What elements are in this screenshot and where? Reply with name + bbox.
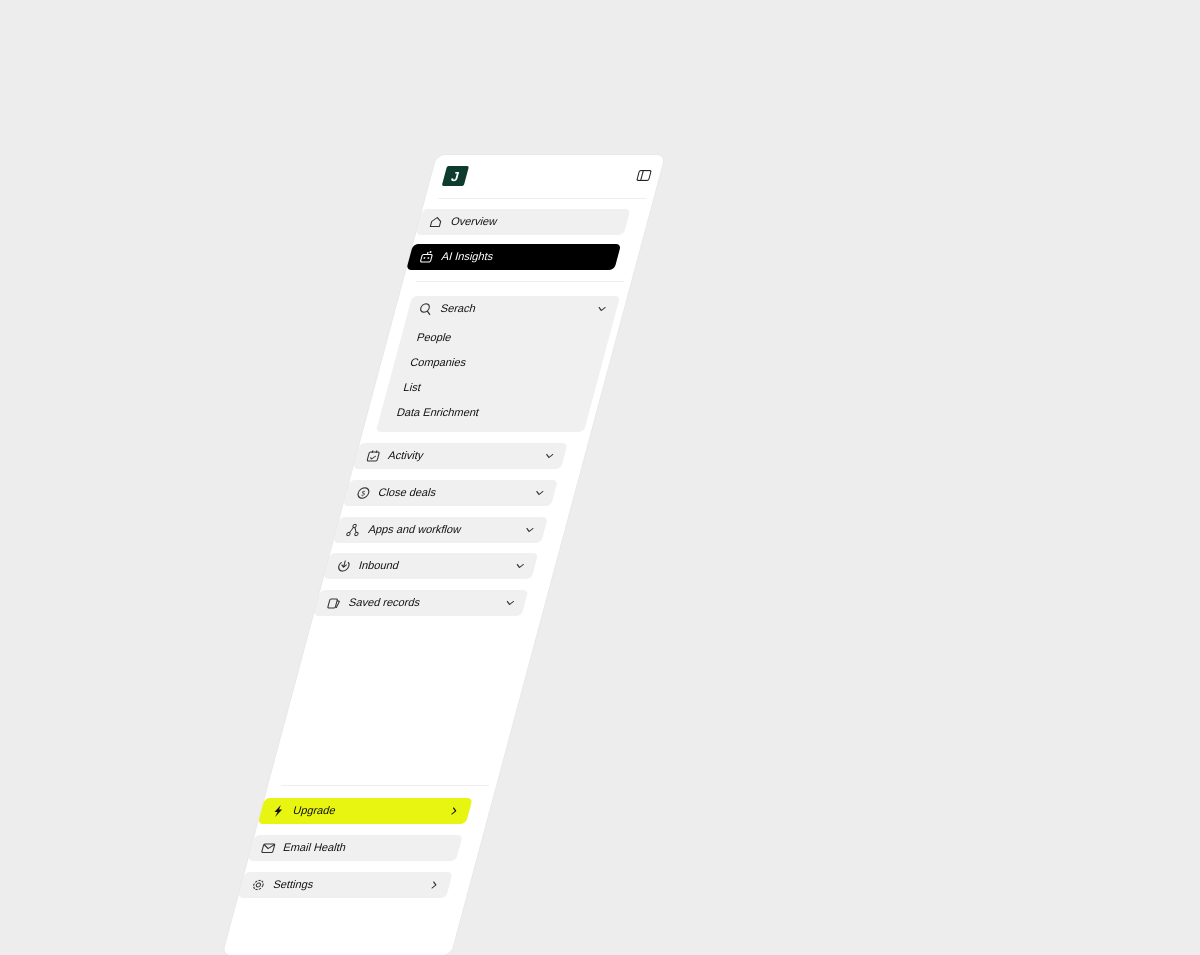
nav-item-close-deals-label: Close deals: [376, 487, 438, 499]
nav-item-email-health[interactable]: Email Health: [247, 835, 463, 861]
nav-item-ai-insights-label: AI Insights: [440, 251, 495, 263]
header-divider: [438, 198, 647, 199]
footer-divider: [280, 785, 490, 786]
workflow-icon: [345, 523, 363, 537]
chevron-down-icon: [533, 488, 546, 498]
nav-item-inbound[interactable]: Inbound: [323, 553, 539, 579]
chevron-right-icon: [448, 806, 461, 816]
nav-item-ai-insights[interactable]: AI Insights: [406, 244, 622, 270]
search-group-label: Serach: [439, 303, 478, 315]
chevron-down-icon: [523, 525, 536, 535]
nav-item-activity[interactable]: Activity: [352, 443, 568, 469]
nav-item-apps-workflow-label: Apps and workflow: [366, 524, 463, 536]
nav-item-settings-label: Settings: [271, 879, 315, 891]
nav-item-saved-records-label: Saved records: [347, 597, 422, 609]
inbound-icon: [335, 559, 353, 573]
nav-item-overview[interactable]: Overview: [415, 209, 631, 235]
search-subitem-list[interactable]: List: [401, 378, 423, 398]
chevron-down-icon: [504, 598, 517, 608]
gear-icon: [250, 878, 268, 892]
upgrade-button[interactable]: Upgrade: [257, 798, 473, 824]
nav-item-close-deals[interactable]: $ Close deals: [342, 480, 558, 506]
search-icon: [417, 302, 435, 316]
search-group-header[interactable]: Serach: [405, 296, 620, 322]
nav-item-settings[interactable]: Settings: [237, 872, 453, 898]
chevron-down-icon: [595, 304, 608, 314]
nav-item-overview-label: Overview: [449, 216, 499, 228]
home-icon: [427, 215, 445, 229]
nav-item-inbound-label: Inbound: [357, 560, 401, 572]
calendar-icon: [364, 449, 382, 463]
mail-icon: [259, 841, 277, 855]
nav-item-activity-label: Activity: [386, 450, 425, 462]
sidebar-toggle-icon[interactable]: [636, 170, 652, 181]
nav-item-apps-workflow[interactable]: Apps and workflow: [333, 517, 549, 543]
bolt-icon: [269, 804, 287, 818]
coin-icon: $: [355, 486, 373, 500]
sidebar-panel: J Overview AI Insights Serach People Com…: [222, 155, 666, 955]
robot-icon: [418, 250, 436, 264]
search-subitem-people[interactable]: People: [414, 328, 454, 348]
search-subitem-companies[interactable]: Companies: [408, 353, 469, 373]
brand-logo[interactable]: J: [441, 166, 470, 186]
search-group: Serach People Companies List Data Enrich…: [375, 296, 621, 432]
chevron-down-icon: [514, 561, 527, 571]
search-subitem-data-enrichment[interactable]: Data Enrichment: [394, 403, 481, 423]
nav-item-email-health-label: Email Health: [281, 842, 348, 854]
upgrade-button-label: Upgrade: [291, 805, 338, 817]
cards-icon: [325, 596, 343, 610]
chevron-down-icon: [543, 451, 556, 461]
nav-divider: [415, 281, 625, 282]
brand-logo-letter: J: [449, 168, 461, 184]
svg-text:$: $: [360, 489, 367, 498]
nav-item-saved-records[interactable]: Saved records: [313, 590, 529, 616]
chevron-right-icon: [428, 880, 441, 890]
